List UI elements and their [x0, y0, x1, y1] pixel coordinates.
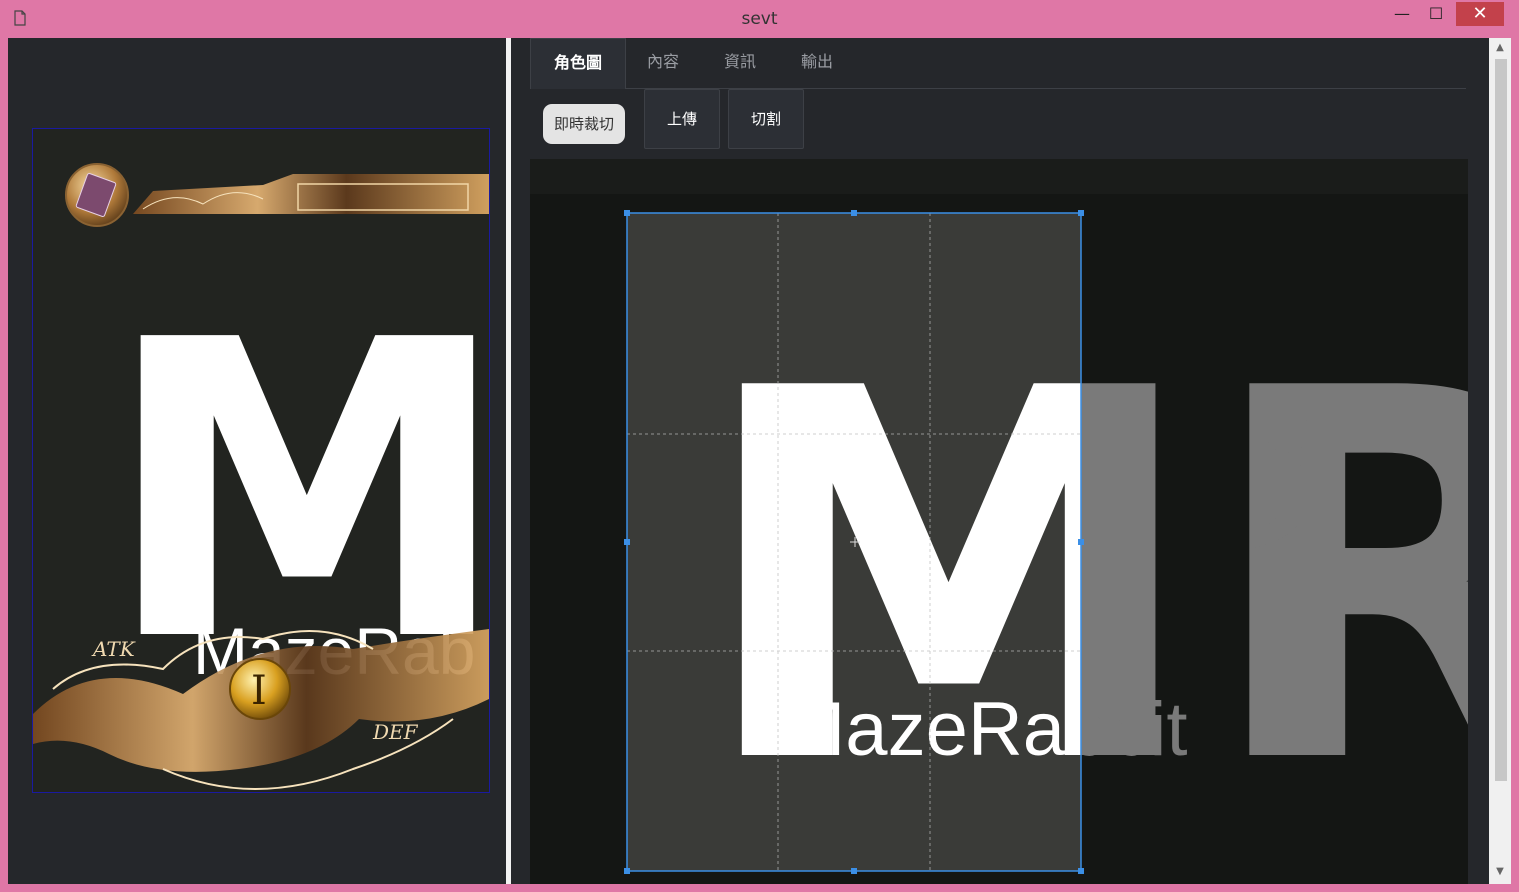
vertical-scrollbar[interactable]: ▲ ▼	[1489, 38, 1511, 884]
def-label: DEF	[372, 720, 419, 744]
crop-stage: MR MazeRabbit MR MazeRabbit	[530, 159, 1468, 884]
window-title: sevt	[741, 9, 778, 29]
tab-info[interactable]: 資訊	[702, 38, 778, 88]
minimize-button[interactable]: —	[1390, 4, 1414, 26]
close-button[interactable]: ✕	[1456, 2, 1504, 26]
title-bar: sevt — ☐ ✕	[0, 0, 1519, 38]
maximize-button[interactable]: ☐	[1424, 4, 1448, 26]
level-glyph: I	[251, 668, 267, 714]
scroll-down-arrow[interactable]: ▼	[1489, 862, 1511, 882]
card-preview: MR MazeRab ATK DEF I	[32, 128, 490, 793]
atk-label: ATK	[91, 637, 136, 661]
tab-character-image[interactable]: 角色圖	[530, 38, 626, 89]
client-area: MR MazeRab ATK DEF I 角色圖 內容 資訊 輸出 即時裁切 上…	[8, 38, 1511, 884]
editor-pane: 角色圖 內容 資訊 輸出 即時裁切 上傳 切割 MR MazeRabbit MR	[511, 38, 1489, 884]
crop-canvas[interactable]: MR MazeRabbit MR MazeRabbit	[530, 159, 1468, 884]
scroll-up-arrow[interactable]: ▲	[1489, 38, 1511, 58]
tab-content[interactable]: 內容	[625, 38, 701, 88]
scrollbar-thumb[interactable]	[1495, 59, 1507, 781]
card-artwork: MR MazeRab ATK DEF I	[33, 163, 489, 790]
split-button[interactable]: 切割	[728, 89, 804, 149]
upload-button[interactable]: 上傳	[644, 89, 720, 149]
preview-pane: MR MazeRab ATK DEF I	[12, 38, 505, 884]
live-crop-toggle[interactable]: 即時裁切	[543, 104, 625, 144]
tab-output[interactable]: 輸出	[779, 38, 855, 88]
tab-bar: 角色圖 內容 資訊 輸出	[530, 38, 1466, 89]
